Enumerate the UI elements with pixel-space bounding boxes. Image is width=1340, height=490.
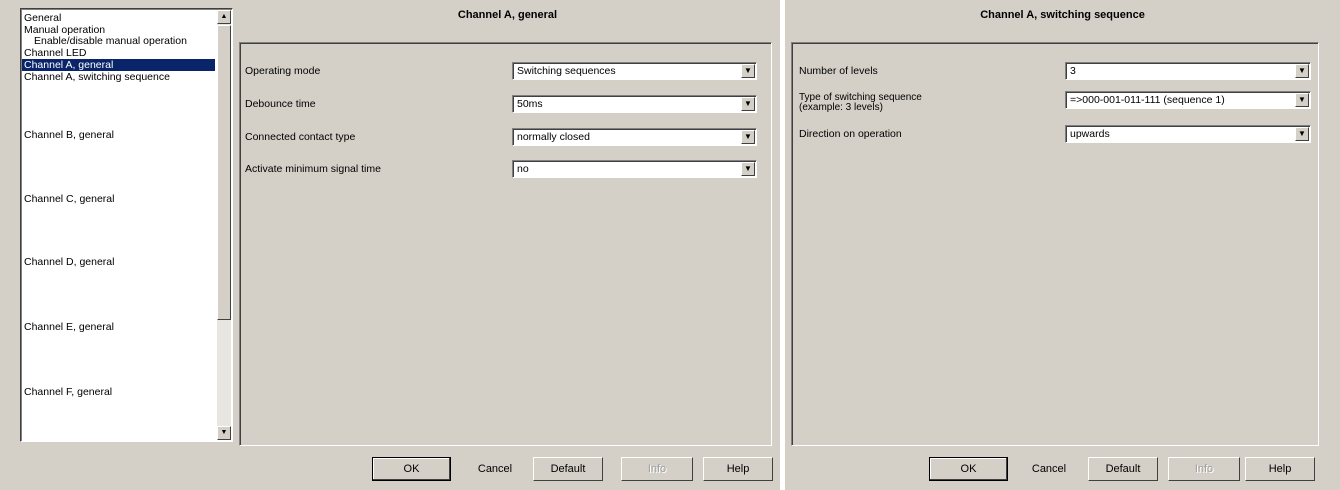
select-value: upwards (1070, 128, 1110, 140)
scroll-down-arrow-icon[interactable]: ▼ (217, 426, 231, 440)
param-label: Operating mode (245, 65, 321, 77)
dropdown-arrow-icon[interactable]: ▼ (741, 97, 755, 111)
dropdown-arrow-icon[interactable]: ▼ (1295, 127, 1309, 141)
tree-item-channel-e-general[interactable]: Channel E, general (22, 321, 116, 333)
tree-scrollbar[interactable]: ▲ ▼ (217, 10, 231, 440)
param-label: Direction on operation (799, 128, 902, 140)
min-signal-time-select[interactable]: no ▼ (512, 160, 757, 178)
dropdown-arrow-icon[interactable]: ▼ (1295, 64, 1309, 78)
help-button[interactable]: Help (1245, 457, 1315, 481)
dropdown-arrow-icon[interactable]: ▼ (741, 64, 755, 78)
param-label: Number of levels (799, 65, 878, 77)
select-value: 50ms (517, 98, 543, 110)
dropdown-arrow-icon[interactable]: ▼ (741, 162, 755, 176)
tree-item-channel-a-general[interactable]: Channel A, general (22, 59, 215, 71)
help-button[interactable]: Help (703, 457, 773, 481)
page-title: Channel A, switching sequence (980, 9, 1145, 21)
param-label: Connected contact type (245, 131, 356, 143)
scroll-thumb[interactable] (217, 25, 231, 320)
select-value: 3 (1070, 65, 1076, 77)
param-label-sub: (example: 3 levels) (799, 102, 883, 113)
tree-item-enable-disable-manual[interactable]: Enable/disable manual operation (32, 35, 189, 47)
parameter-panel: Operating mode Switching sequences ▼ Deb… (239, 42, 772, 446)
param-label: Activate minimum signal time (245, 163, 381, 175)
select-value: normally closed (517, 131, 590, 143)
param-label: Debounce time (245, 98, 316, 110)
info-button[interactable]: Info (1168, 457, 1240, 481)
sequence-type-select[interactable]: =>000-001-011-111 (sequence 1) ▼ (1065, 91, 1311, 109)
page-title: Channel A, general (457, 9, 558, 21)
dialog-channel-a-switching-sequence: Channel A, switching sequence Number of … (785, 0, 1340, 490)
direction-select[interactable]: upwards ▼ (1065, 125, 1311, 143)
tree-item-channel-b-general[interactable]: Channel B, general (22, 129, 116, 141)
operating-mode-select[interactable]: Switching sequences ▼ (512, 62, 757, 80)
default-button[interactable]: Default (1088, 457, 1158, 481)
parameter-tree[interactable]: General Manual operation Enable/disable … (20, 8, 233, 442)
dropdown-arrow-icon[interactable]: ▼ (741, 130, 755, 144)
scroll-up-arrow-icon[interactable]: ▲ (217, 10, 231, 24)
dropdown-arrow-icon[interactable]: ▼ (1295, 93, 1309, 107)
parameter-panel: Number of levels 3 ▼ Type of switching s… (791, 42, 1319, 446)
default-button[interactable]: Default (533, 457, 603, 481)
tree-item-channel-led[interactable]: Channel LED (22, 47, 88, 59)
select-value: =>000-001-011-111 (sequence 1) (1070, 94, 1225, 106)
number-of-levels-select[interactable]: 3 ▼ (1065, 62, 1311, 80)
debounce-time-select[interactable]: 50ms ▼ (512, 95, 757, 113)
tree-item-general[interactable]: General (22, 12, 63, 24)
tree-item-channel-f-general[interactable]: Channel F, general (22, 386, 114, 398)
select-value: Switching sequences (517, 65, 616, 77)
cancel-button[interactable]: Cancel (1013, 457, 1085, 481)
ok-button[interactable]: OK (372, 457, 451, 481)
tree-item-channel-a-switching-sequence[interactable]: Channel A, switching sequence (22, 71, 172, 83)
select-value: no (517, 163, 529, 175)
cancel-button[interactable]: Cancel (459, 457, 531, 481)
dialog-channel-a-general: General Manual operation Enable/disable … (0, 0, 780, 490)
contact-type-select[interactable]: normally closed ▼ (512, 128, 757, 146)
ok-button[interactable]: OK (929, 457, 1008, 481)
tree-item-channel-c-general[interactable]: Channel C, general (22, 193, 116, 205)
info-button[interactable]: Info (621, 457, 693, 481)
tree-item-channel-d-general[interactable]: Channel D, general (22, 256, 116, 268)
